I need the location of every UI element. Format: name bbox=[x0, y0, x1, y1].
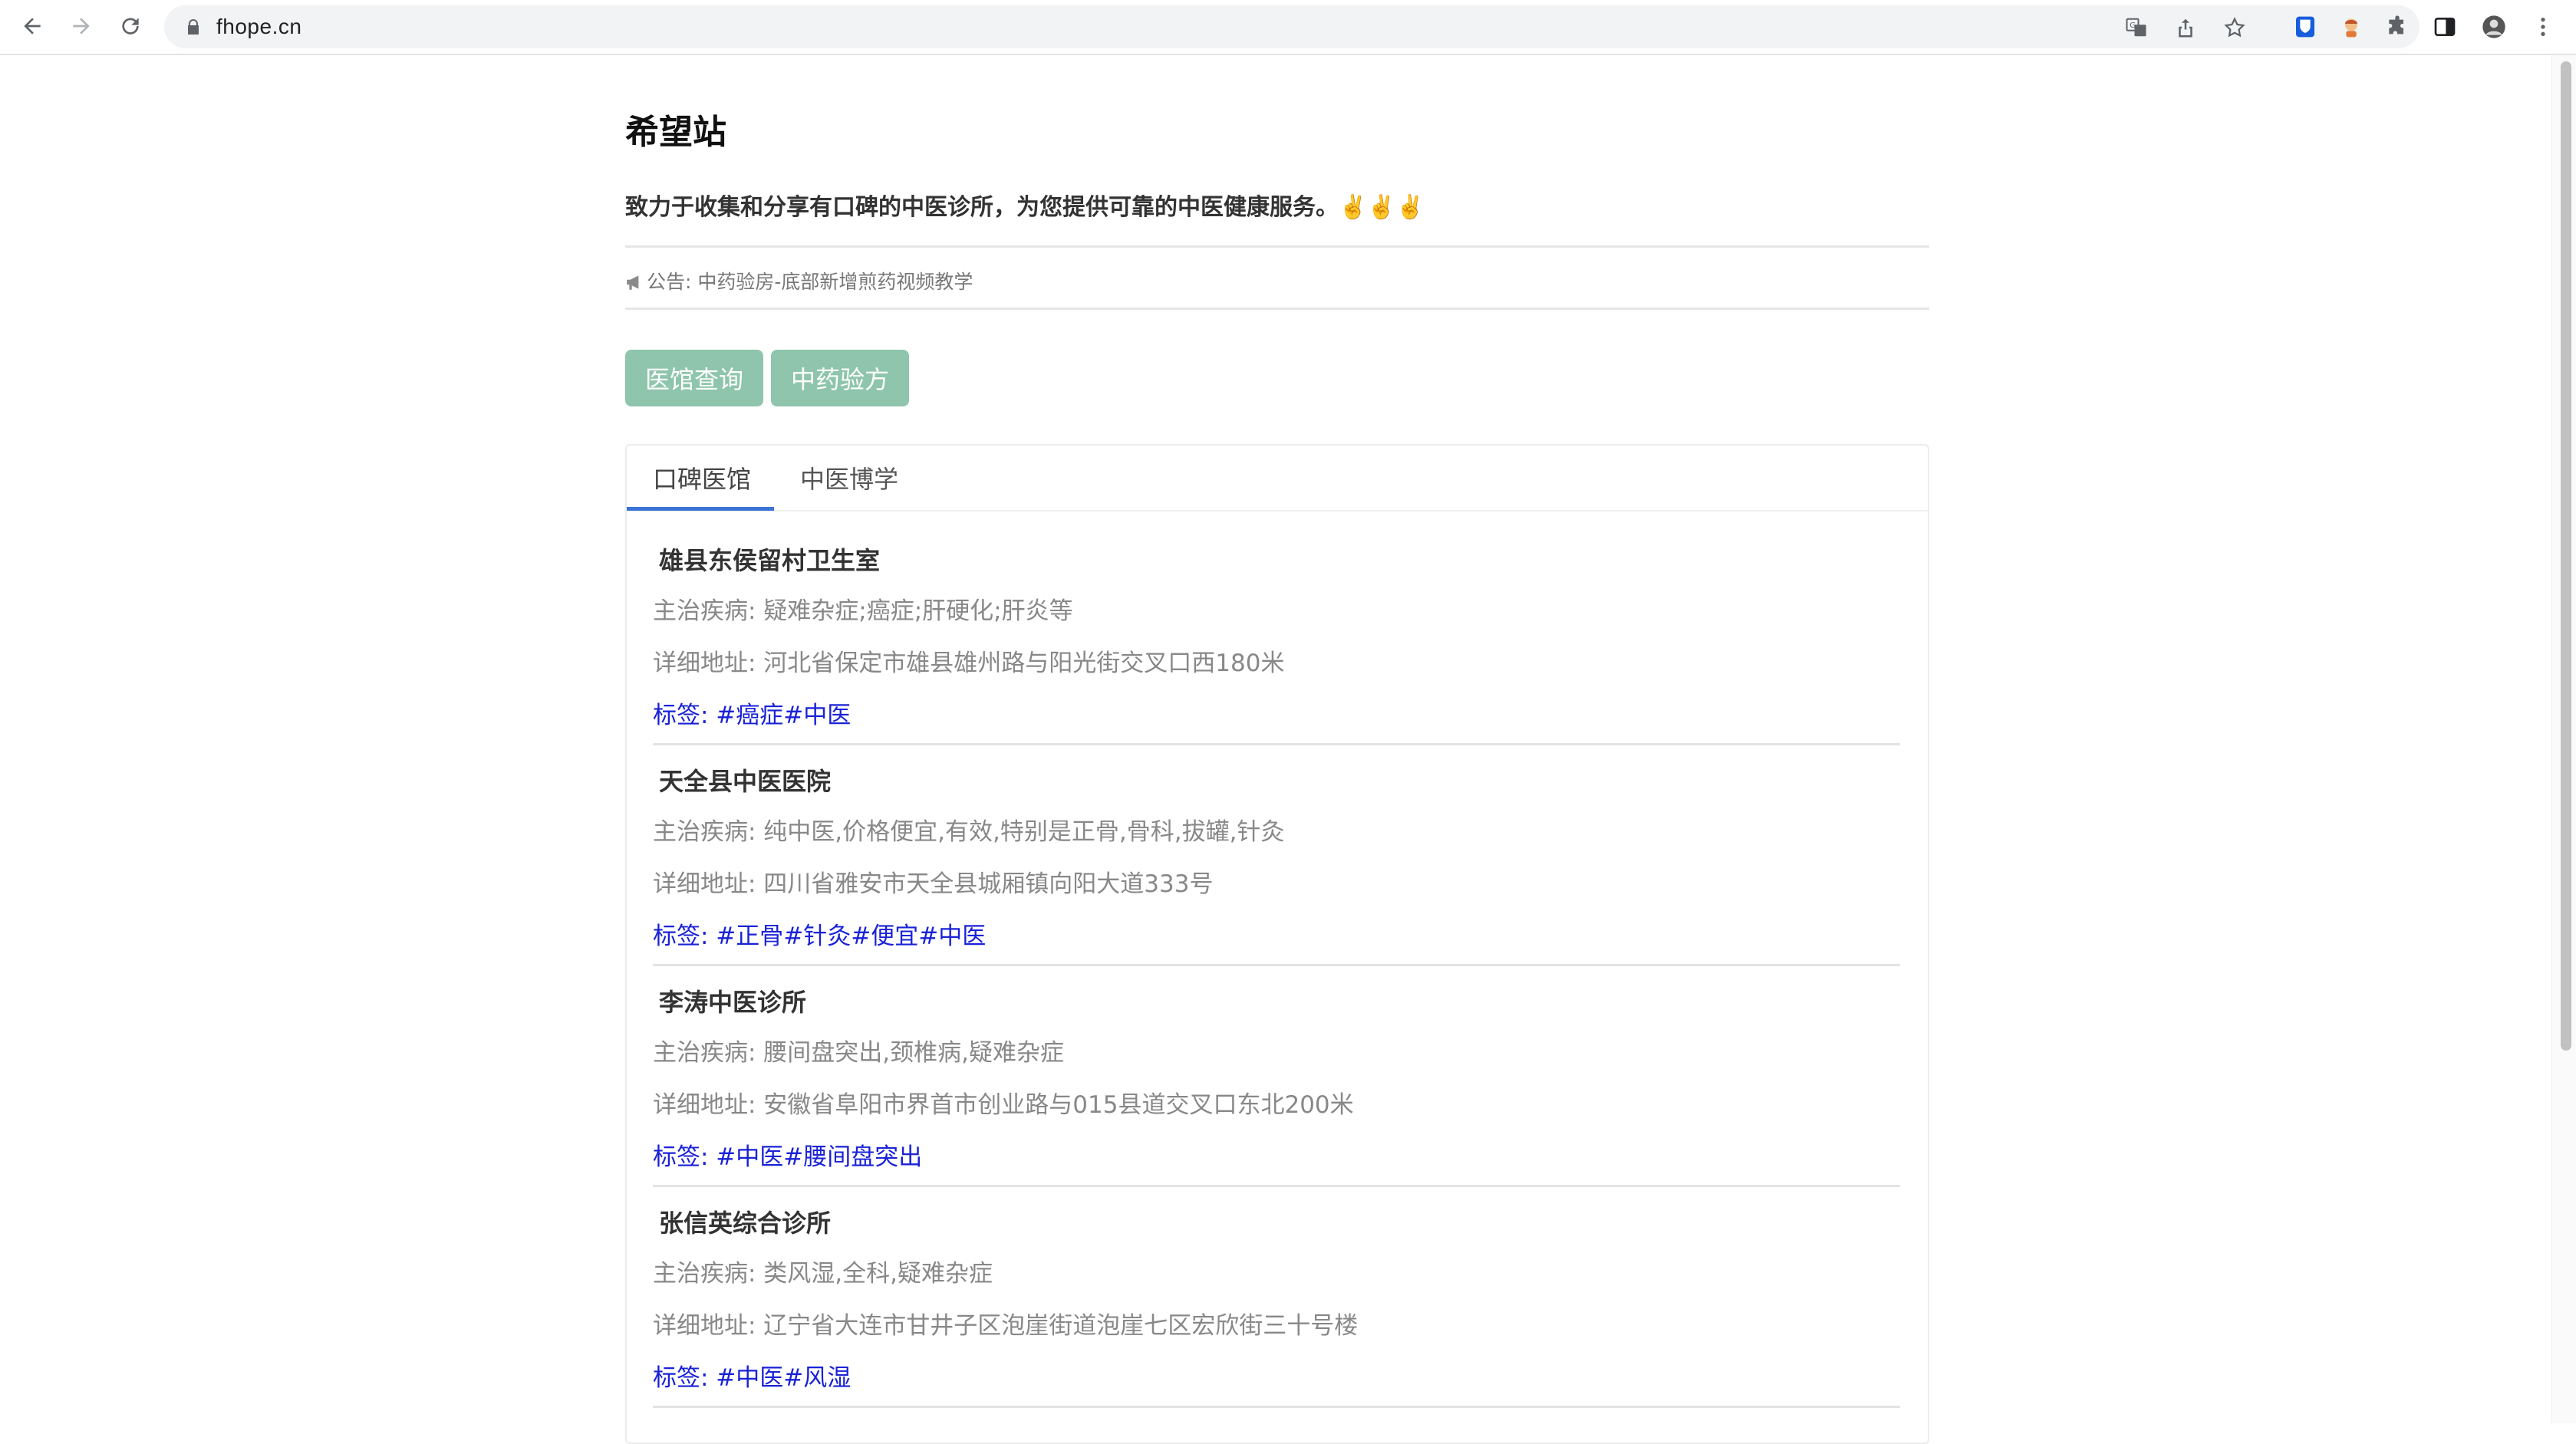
side-panel-icon[interactable] bbox=[2430, 12, 2459, 41]
clinic-tags[interactable]: 标签: #中医#风湿 bbox=[653, 1358, 851, 1393]
profile-avatar-icon[interactable] bbox=[2479, 12, 2508, 41]
site-title: 希望站 bbox=[625, 113, 726, 152]
arrow-left-icon bbox=[24, 18, 41, 35]
back-button[interactable] bbox=[17, 11, 48, 41]
clinic-name[interactable]: 李涛中医诊所 bbox=[659, 983, 806, 1018]
clinic-diseases: 主治疾病: 纯中医,价格便宜,有效,特别是正骨,骨科,拔罐,针灸 bbox=[653, 818, 1285, 846]
divider bbox=[653, 1406, 1900, 1408]
active-tab-indicator bbox=[627, 507, 774, 511]
clinic-name[interactable]: 雄县东侯留村卫生室 bbox=[659, 541, 880, 577]
tab-bar: 口碑医馆 中医博学 bbox=[627, 446, 1928, 511]
share-icon[interactable] bbox=[2172, 15, 2199, 41]
url-text[interactable]: fhope.cn bbox=[216, 15, 301, 39]
browser-toolbar: fhope.cn G bbox=[0, 0, 2576, 55]
clinic-address: 详细地址: 河北省保定市雄县雄州路与阳光街交叉口西180米 bbox=[653, 650, 1285, 677]
reload-button[interactable] bbox=[115, 11, 146, 41]
lock-icon bbox=[188, 19, 199, 35]
clinic-address: 详细地址: 四川省雅安市天全县城厢镇向阳大道333号 bbox=[653, 870, 1214, 898]
translate-icon[interactable]: G bbox=[2123, 15, 2149, 41]
svg-text:G: G bbox=[2130, 21, 2136, 30]
clinic-card: 口碑医馆 中医博学 雄县东侯留村卫生室 主治疾病: 疑难杂症;癌症;肝硬化;肝炎… bbox=[625, 444, 1929, 1444]
forward-button[interactable] bbox=[66, 11, 97, 41]
clinic-name[interactable]: 天全县中医医院 bbox=[659, 762, 831, 798]
divider bbox=[625, 308, 1929, 310]
clinic-search-button[interactable]: 医馆查询 bbox=[625, 350, 763, 406]
clinic-diseases: 主治疾病: 类风湿,全科,疑难杂症 bbox=[653, 1260, 993, 1288]
address-bar[interactable]: fhope.cn G bbox=[164, 5, 2420, 48]
clinic-tags[interactable]: 标签: #癌症#中医 bbox=[653, 696, 851, 730]
clinic-diseases: 主治疾病: 疑难杂症;癌症;肝硬化;肝炎等 bbox=[653, 597, 1073, 625]
clinic-name[interactable]: 张信英综合诊所 bbox=[659, 1204, 831, 1239]
arrow-right-icon bbox=[73, 18, 90, 35]
clinic-diseases: 主治疾病: 腰间盘突出,颈椎病,疑难杂症 bbox=[653, 1039, 1065, 1067]
site-tagline: 致力于收集和分享有口碑的中医诊所，为您提供可靠的中医健康服务。✌️✌️✌️ bbox=[625, 194, 1425, 221]
avatar-extension-icon[interactable] bbox=[2337, 12, 2366, 41]
announcement-text: 公告: 中药验房-底部新增煎药视频教学 bbox=[647, 271, 973, 293]
herbal-recipes-button[interactable]: 中药验方 bbox=[771, 350, 909, 406]
clinic-address: 详细地址: 安徽省阜阳市界首市创业路与015县道交叉口东北200米 bbox=[653, 1091, 1354, 1119]
announcement: 公告: 中药验房-底部新增煎药视频教学 bbox=[625, 267, 973, 294]
reload-icon bbox=[122, 18, 139, 35]
extensions-group bbox=[2277, 5, 2415, 48]
scrollbar-thumb[interactable] bbox=[2561, 61, 2571, 1051]
clinic-tags[interactable]: 标签: #正骨#针灸#便宜#中医 bbox=[653, 916, 986, 951]
divider bbox=[653, 964, 1900, 966]
tab-tcm-knowledge[interactable]: 中医博学 bbox=[800, 446, 898, 510]
megaphone-icon bbox=[627, 275, 639, 290]
more-menu-icon[interactable] bbox=[2528, 12, 2558, 41]
divider bbox=[653, 743, 1900, 745]
bookmark-star-icon[interactable] bbox=[2222, 15, 2248, 41]
clinic-tags[interactable]: 标签: #中医#腰间盘突出 bbox=[653, 1137, 922, 1172]
bitwarden-shield-icon[interactable] bbox=[2291, 12, 2320, 41]
divider bbox=[653, 1185, 1900, 1187]
tab-reputable-clinics[interactable]: 口碑医馆 bbox=[653, 446, 751, 510]
divider bbox=[625, 245, 1929, 248]
clinic-address: 详细地址: 辽宁省大连市甘井子区泡崖街道泡崖七区宏欣街三十号楼 bbox=[653, 1312, 1359, 1340]
puzzle-icon[interactable] bbox=[2383, 12, 2412, 41]
